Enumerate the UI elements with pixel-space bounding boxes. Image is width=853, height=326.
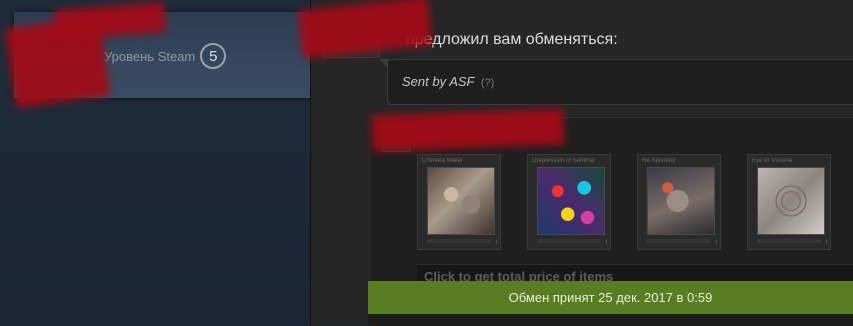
trade-item-card[interactable]: Re-Splendor i (637, 154, 721, 250)
item-image (537, 167, 605, 235)
trade-item-card[interactable]: Chimera Maker i (417, 154, 501, 250)
trade-accepted-banner: Обмен принят 25 дек. 2017 в 0:59 (368, 281, 853, 314)
item-name: Chimera Maker (422, 158, 464, 164)
item-name: Re-Splendor (642, 158, 676, 164)
info-icon: i (605, 239, 607, 246)
info-icon: i (495, 239, 497, 246)
info-icon: i (825, 239, 827, 246)
steam-level-row: Уровень Steam 5 (104, 43, 227, 69)
redaction-mark (371, 108, 565, 152)
steam-level-label: Уровень Steam (104, 48, 196, 64)
trade-item-card[interactable]: Eye of Trinome i (747, 154, 831, 250)
trade-message-box: Sent by ASF (?) (379, 59, 853, 105)
item-name: Drepression of Sentinel (532, 158, 595, 164)
trade-message-text: Sent by ASF (402, 74, 475, 89)
item-footer (537, 239, 601, 243)
item-footer (757, 239, 821, 243)
item-image (647, 167, 715, 235)
help-link[interactable]: (?) (481, 77, 494, 89)
trade-status-text: Обмен принят 25 дек. 2017 в 0:59 (508, 290, 713, 305)
item-name: Eye of Trinome (752, 158, 793, 164)
info-icon: i (715, 239, 717, 246)
item-footer (427, 239, 491, 243)
banner-bottom-strip (368, 314, 853, 325)
item-footer (647, 239, 711, 243)
item-image (427, 167, 495, 235)
trade-item-card[interactable]: Drepression of Sentinel i (527, 154, 611, 250)
steam-level-badge: 5 (200, 43, 227, 69)
item-image (757, 167, 825, 235)
offer-header-text: предложил вам обменяться: (406, 31, 618, 48)
trade-message: Sent by ASF (?) (402, 74, 494, 89)
